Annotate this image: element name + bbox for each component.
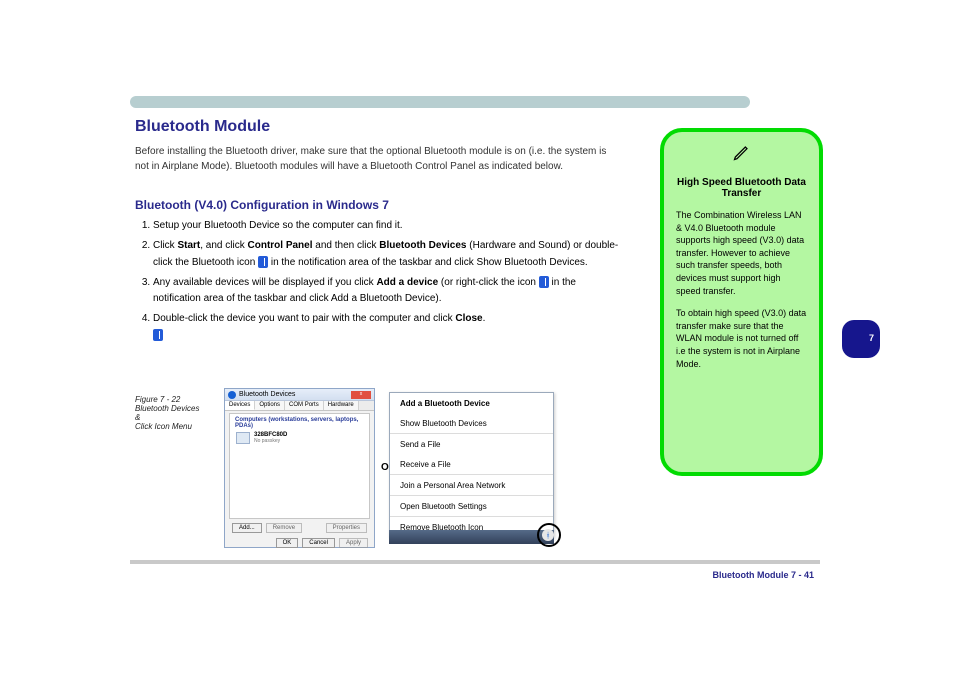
close-button[interactable]: x — [351, 391, 371, 399]
intro-paragraph: Before installing the Bluetooth driver, … — [135, 145, 622, 174]
note-body-1: The Combination Wireless LAN & V4.0 Blue… — [676, 209, 807, 297]
taskbar — [389, 530, 554, 544]
tab-devices[interactable]: Devices — [225, 401, 255, 410]
ctx-receive-file[interactable]: Receive a File — [390, 454, 553, 474]
cancel-button[interactable]: Cancel — [302, 538, 335, 548]
dialog-title: Bluetooth Devices — [239, 391, 295, 398]
footer-text: Bluetooth Module 7 - 41 — [712, 570, 814, 580]
steps-list: Setup your Bluetooth Device so the compu… — [135, 218, 625, 348]
computer-icon — [236, 432, 250, 444]
footer-rule — [130, 560, 820, 564]
note-body-2: To obtain high speed (V3.0) data transfe… — [676, 307, 807, 370]
ctx-add-bluetooth-device[interactable]: Add a Bluetooth Device — [390, 393, 553, 413]
intro-first: Before installing the Bluetooth driver, — [135, 146, 301, 157]
add-button[interactable]: Add... — [232, 523, 262, 533]
steps-title: Bluetooth (V4.0) Configuration in Window… — [135, 198, 389, 212]
pen-icon — [676, 142, 807, 167]
bluetooth-devices-dialog: Bluetooth Devices x Devices Options COM … — [224, 388, 375, 548]
tab-hardware[interactable]: Hardware — [324, 401, 359, 410]
ctx-join-pan[interactable]: Join a Personal Area Network — [390, 474, 553, 495]
step-2: Click Start, and click Control Panel and… — [153, 238, 625, 271]
dialog-tabs: Devices Options COM Ports Hardware — [225, 401, 374, 411]
dialog-body: Computers (workstations, servers, laptop… — [229, 413, 370, 519]
bluetooth-icon — [153, 329, 163, 341]
apply-button[interactable]: Apply — [339, 538, 368, 548]
remove-button[interactable]: Remove — [266, 523, 302, 533]
device-group-label: Computers (workstations, servers, laptop… — [235, 417, 364, 429]
note-title: High Speed Bluetooth Data Transfer — [676, 177, 807, 199]
device-sub: No passkey — [254, 438, 287, 444]
ctx-open-settings[interactable]: Open Bluetooth Settings — [390, 495, 553, 516]
bluetooth-tray-icon[interactable]: ᚼ — [542, 529, 554, 541]
ctx-send-file[interactable]: Send a File — [390, 433, 553, 454]
bluetooth-icon — [258, 256, 268, 268]
section-title: Bluetooth Module — [135, 118, 270, 136]
ok-button[interactable]: OK — [276, 538, 299, 548]
device-item[interactable]: 328BFC80D No passkey — [236, 432, 363, 444]
bluetooth-tray-context-menu: Add a Bluetooth Device Show Bluetooth De… — [389, 392, 554, 538]
step-4: Double-click the device you want to pair… — [153, 311, 625, 344]
bluetooth-icon — [228, 391, 236, 399]
figure-caption: Figure 7 - 22 Bluetooth Devices & Click … — [135, 395, 215, 431]
tab-com-ports[interactable]: COM Ports — [285, 401, 324, 410]
ctx-show-bluetooth-devices[interactable]: Show Bluetooth Devices — [390, 413, 553, 433]
dialog-titlebar[interactable]: Bluetooth Devices x — [225, 389, 374, 401]
properties-button[interactable]: Properties — [326, 523, 367, 533]
tab-options[interactable]: Options — [255, 401, 285, 410]
chapter-number: 7 — [869, 333, 874, 343]
chapter-tab — [842, 320, 880, 358]
note-callout: High Speed Bluetooth Data Transfer The C… — [660, 128, 823, 476]
step-3: Any available devices will be displayed … — [153, 275, 625, 308]
bluetooth-icon — [539, 276, 549, 288]
header-rule — [130, 96, 750, 108]
step-1: Setup your Bluetooth Device so the compu… — [153, 218, 625, 235]
